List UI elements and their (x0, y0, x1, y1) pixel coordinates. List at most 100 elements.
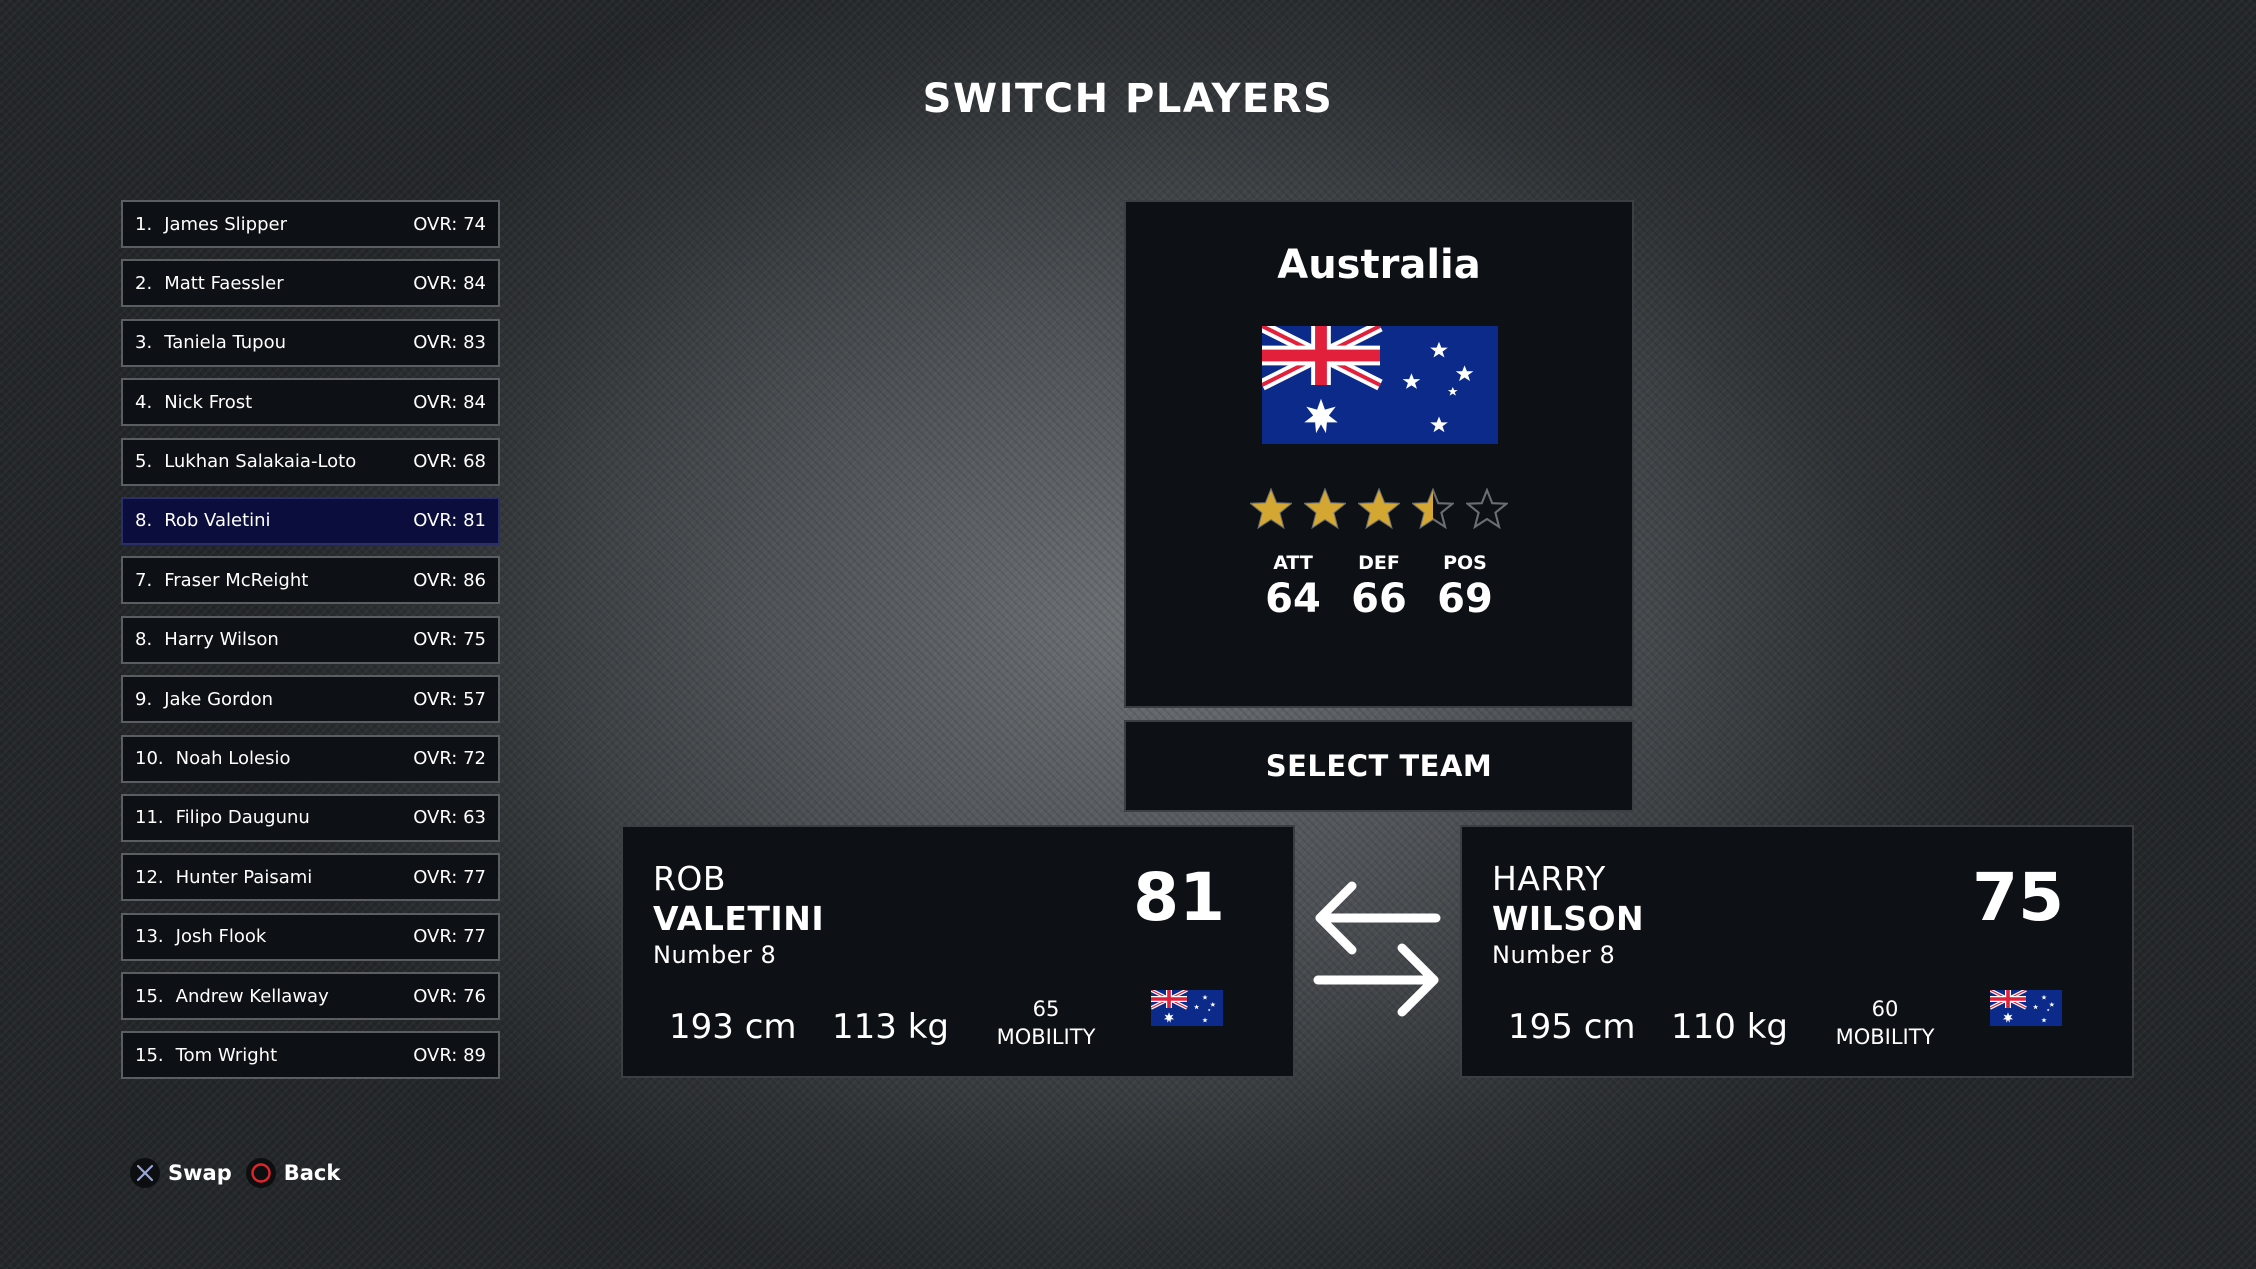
roster-player-name: Andrew Kellaway (175, 985, 329, 1007)
roster-row[interactable]: 10. Noah Lolesio OVR: 72 (121, 734, 500, 783)
roster-player-name: Matt Faessler (164, 272, 284, 294)
player-last-name: VALETINI (653, 899, 825, 938)
player-last-name: WILSON (1492, 899, 1645, 938)
swap-arrows-icon[interactable] (1312, 880, 1442, 1026)
back-action-label[interactable]: Back (284, 1161, 341, 1185)
roster-number: 11. (135, 807, 164, 829)
roster-ovr: OVR: 89 (413, 1044, 486, 1066)
roster-row[interactable]: 8. Harry Wilson OVR: 75 (121, 615, 500, 664)
roster-number: 7. (135, 569, 153, 591)
roster-player-name: Fraser McReight (164, 569, 309, 591)
team-name: Australia (1277, 242, 1481, 288)
roster-ovr: OVR: 72 (413, 748, 486, 770)
roster-player: 13. Josh Flook (135, 926, 266, 947)
stat-value: 69 (1437, 576, 1493, 622)
player-first-name: ROB (653, 859, 727, 898)
roster-player-name: Josh Flook (175, 926, 267, 948)
stat-value: 64 (1265, 576, 1321, 622)
roster-row[interactable]: 3. Taniela Tupou OVR: 83 (121, 318, 500, 367)
team-stat-def: DEF 66 (1350, 552, 1408, 622)
roster-ovr: OVR: 81 (413, 510, 486, 532)
mobility-label: MOBILITY (1835, 1025, 1935, 1049)
player-height: 193 cm (669, 1007, 797, 1047)
mobility-value: 60 (1871, 997, 1899, 1021)
roster-number: 5. (135, 451, 153, 473)
roster-player-name: James Slipper (164, 213, 287, 235)
roster-row[interactable]: 9. Jake Gordon OVR: 57 (121, 675, 500, 724)
team-stats: ATT 64 DEF 66 POS 69 (1126, 552, 1632, 622)
roster-number: 9. (135, 688, 153, 710)
stat-label: POS (1443, 552, 1487, 574)
roster-player: 1. James Slipper (135, 214, 287, 235)
circle-button-icon[interactable] (245, 1158, 276, 1188)
roster-ovr: OVR: 86 (413, 569, 486, 591)
roster-row[interactable]: 7. Fraser McReight OVR: 86 (121, 556, 500, 605)
player-number: Number 8 (1492, 941, 1616, 969)
australia-flag-icon (1990, 990, 2062, 1026)
roster-player-name: Lukhan Salakaia-Loto (164, 451, 357, 473)
mobility-value: 65 (1032, 997, 1060, 1021)
team-info-panel: Australia ATT 64 DEF 66 POS 69 (1124, 200, 1634, 708)
roster-ovr: OVR: 76 (413, 985, 486, 1007)
player-number: Number 8 (653, 941, 777, 969)
team-stat-att: ATT 64 (1264, 552, 1322, 622)
star-filled-icon (1250, 488, 1292, 530)
roster-number: 15. (135, 985, 164, 1007)
roster-player: 8. Harry Wilson (135, 629, 279, 650)
roster-number: 3. (135, 332, 153, 354)
roster-ovr: OVR: 68 (413, 451, 486, 473)
roster-ovr: OVR: 57 (413, 688, 486, 710)
roster-player: 2. Matt Faessler (135, 273, 284, 294)
roster-row[interactable]: 5. Lukhan Salakaia-Loto OVR: 68 (121, 437, 500, 486)
roster-player: 4. Nick Frost (135, 392, 252, 413)
roster-ovr: OVR: 77 (413, 926, 486, 948)
roster-row[interactable]: 12. Hunter Paisami OVR: 77 (121, 853, 500, 902)
roster-number: 12. (135, 866, 164, 888)
roster-row[interactable]: 8. Rob Valetini OVR: 81 (121, 496, 500, 545)
star-half-icon (1412, 488, 1454, 530)
team-star-rating (1250, 488, 1508, 530)
roster-player-name: Noah Lolesio (175, 748, 291, 770)
roster-ovr: OVR: 84 (413, 272, 486, 294)
roster-player-name: Hunter Paisami (175, 866, 313, 888)
team-stat-pos: POS 69 (1436, 552, 1494, 622)
roster-player-name: Nick Frost (164, 391, 253, 413)
player-rating: 81 (1133, 859, 1225, 936)
roster-number: 15. (135, 1044, 164, 1066)
player-mobility: 60 MOBILITY (1820, 995, 1950, 1051)
roster-ovr: OVR: 74 (413, 213, 486, 235)
mobility-label: MOBILITY (996, 1025, 1096, 1049)
roster-row[interactable]: 13. Josh Flook OVR: 77 (121, 912, 500, 961)
roster-player-name: Jake Gordon (164, 688, 273, 710)
player-card-right[interactable]: HARRY WILSON Number 8 75 195 cm 110 kg 6… (1460, 825, 2134, 1078)
australia-flag-icon (1262, 326, 1498, 444)
roster-player: 5. Lukhan Salakaia-Loto (135, 451, 356, 472)
swap-action-label[interactable]: Swap (168, 1161, 232, 1185)
player-height: 195 cm (1508, 1007, 1636, 1047)
page-title: SWITCH PLAYERS (922, 76, 1334, 122)
roster-row[interactable]: 2. Matt Faessler OVR: 84 (121, 259, 500, 308)
player-mobility: 65 MOBILITY (981, 995, 1111, 1051)
roster-number: 4. (135, 391, 153, 413)
player-first-name: HARRY (1492, 859, 1606, 898)
roster-player: 10. Noah Lolesio (135, 748, 290, 769)
roster-row[interactable]: 15. Tom Wright OVR: 89 (121, 1031, 500, 1080)
player-weight: 113 kg (832, 1007, 949, 1047)
roster-row[interactable]: 15. Andrew Kellaway OVR: 76 (121, 972, 500, 1021)
roster-row[interactable]: 11. Filipo Daugunu OVR: 63 (121, 793, 500, 842)
roster-player: 15. Tom Wright (135, 1045, 277, 1066)
roster-number: 1. (135, 213, 153, 235)
roster-player: 11. Filipo Daugunu (135, 807, 310, 828)
roster-number: 10. (135, 748, 164, 770)
roster-player: 9. Jake Gordon (135, 689, 273, 710)
roster-player: 7. Fraser McReight (135, 570, 308, 591)
roster-row[interactable]: 1. James Slipper OVR: 74 (121, 200, 500, 248)
player-weight: 110 kg (1671, 1007, 1788, 1047)
roster-ovr: OVR: 77 (413, 866, 486, 888)
player-card-left[interactable]: ROB VALETINI Number 8 81 193 cm 113 kg 6… (621, 825, 1295, 1078)
roster-player: 15. Andrew Kellaway (135, 986, 329, 1007)
roster-player-name: Tom Wright (175, 1044, 278, 1066)
roster-row[interactable]: 4. Nick Frost OVR: 84 (121, 378, 500, 427)
select-team-button[interactable]: SELECT TEAM (1124, 720, 1634, 812)
cross-button-icon[interactable] (130, 1158, 160, 1188)
